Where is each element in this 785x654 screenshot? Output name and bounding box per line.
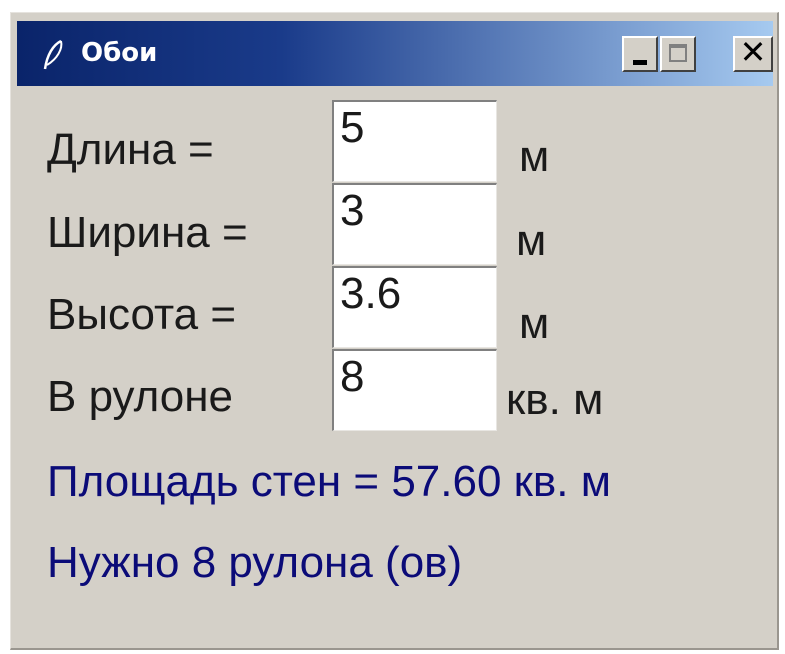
roll-area-unit: кв. м <box>506 375 604 424</box>
length-label: Длина = <box>47 125 214 174</box>
width-input[interactable]: 3 <box>332 183 497 265</box>
minimize-icon <box>633 60 647 65</box>
window-title: Обои <box>81 38 158 68</box>
minimize-button[interactable] <box>622 36 658 72</box>
close-icon: ✕ <box>739 33 767 71</box>
rolls-needed-result: Нужно 8 рулона (ов) <box>47 538 463 587</box>
wall-area-result: Площадь стен = 57.60 кв. м <box>47 457 611 506</box>
roll-area-label: В рулоне <box>47 372 233 421</box>
title-bar[interactable]: Обои ✕ <box>17 21 773 86</box>
length-unit: м <box>519 132 550 181</box>
width-label: Ширина = <box>47 208 248 257</box>
app-window: Обои ✕ Длина = 5 м Ширина = 3 м Высота =… <box>10 12 779 650</box>
roll-area-input[interactable]: 8 <box>332 349 497 431</box>
height-label: Высота = <box>47 290 237 339</box>
feather-icon <box>39 39 67 73</box>
maximize-icon <box>669 44 687 62</box>
close-button[interactable]: ✕ <box>733 36 773 72</box>
width-unit: м <box>516 216 547 265</box>
height-input[interactable]: 3.6 <box>332 266 497 348</box>
length-input[interactable]: 5 <box>332 100 497 182</box>
height-unit: м <box>519 299 550 348</box>
maximize-button[interactable] <box>660 36 696 72</box>
